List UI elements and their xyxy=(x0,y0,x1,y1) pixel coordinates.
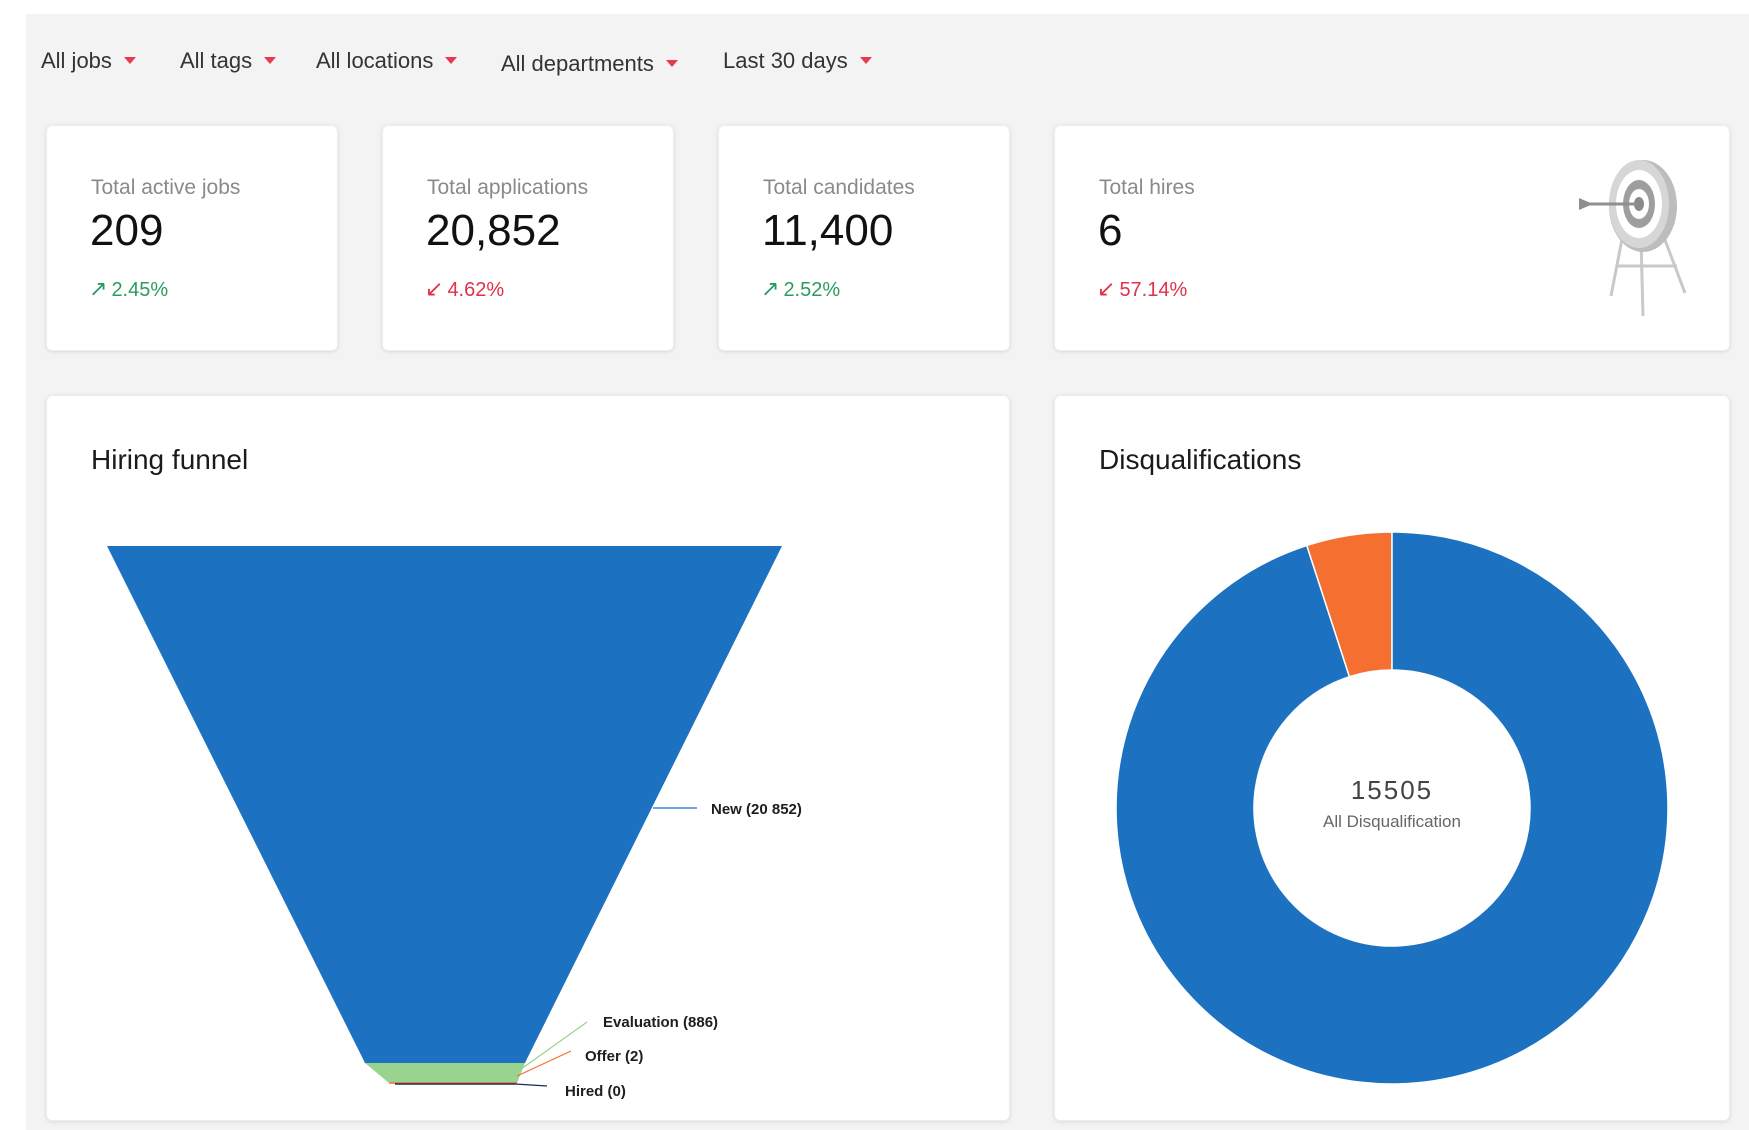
caret-down-icon xyxy=(445,56,458,64)
funnel-stage-new[interactable] xyxy=(107,546,782,1063)
stat-card-applications: Total applications 20,852 ↙ 4.62% xyxy=(382,125,674,351)
caret-down-icon xyxy=(859,56,872,64)
donut-center-label: All Disqualification xyxy=(1323,812,1461,831)
stat-value: 6 xyxy=(1098,206,1123,255)
arrow-up-right-icon: ↗ xyxy=(89,276,108,301)
stat-label: Total active jobs xyxy=(91,176,241,199)
arrow-down-left-icon: ↙ xyxy=(1097,276,1116,301)
funnel-label-offer: Offer (2) xyxy=(585,1048,643,1065)
stat-card-active-jobs: Total active jobs 209 ↗ 2.45% xyxy=(46,125,338,351)
caret-down-icon xyxy=(264,56,277,64)
disqualifications-panel: Disqualifications 15505 All Disqualifica… xyxy=(1054,395,1730,1121)
funnel-label-new: New (20 852) xyxy=(711,801,802,818)
funnel-chart: New (20 852) Evaluation (886) Offer (2) Hir… xyxy=(107,546,802,1100)
donut-slice-0[interactable] xyxy=(1115,531,1669,1085)
funnel-label-evaluation: Evaluation (886) xyxy=(603,1014,718,1031)
caret-down-icon xyxy=(665,59,678,67)
stat-card-candidates: Total candidates 11,400 ↗ 2.52% xyxy=(718,125,1010,351)
filter-departments-dropdown[interactable]: All departments xyxy=(501,51,678,77)
filter-tags-label: All tags xyxy=(180,48,253,73)
filter-departments-label: All departments xyxy=(501,51,654,76)
filter-tags-dropdown[interactable]: All tags xyxy=(180,48,277,74)
stat-label: Total applications xyxy=(427,176,589,199)
stat-value: 20,852 xyxy=(426,206,561,255)
stat-change: ↙ 57.14% xyxy=(1097,276,1188,301)
arrow-down-left-icon: ↙ xyxy=(425,276,444,301)
funnel-leader-line xyxy=(514,1083,548,1087)
filter-period-dropdown[interactable]: Last 30 days xyxy=(723,48,872,74)
filter-jobs-dropdown[interactable]: All jobs xyxy=(41,48,136,74)
hiring-funnel-panel: Hiring funnel New (20 852) Evaluation (88… xyxy=(46,395,1010,1121)
stat-value: 209 xyxy=(90,206,164,255)
funnel-label-hired: Hired (0) xyxy=(565,1083,626,1100)
target-icon xyxy=(1579,160,1687,317)
donut-center-value: 15505 xyxy=(1351,775,1433,805)
caret-down-icon xyxy=(123,56,136,64)
filter-locations-label: All locations xyxy=(316,48,434,73)
stat-value: 11,400 xyxy=(762,206,894,255)
stat-label: Total hires xyxy=(1099,176,1195,199)
funnel-stage-evaluation[interactable] xyxy=(365,1063,525,1083)
filter-locations-dropdown[interactable]: All locations xyxy=(316,48,458,74)
stat-label: Total candidates xyxy=(763,176,915,199)
stat-change: ↗ 2.45% xyxy=(89,276,169,301)
arrow-up-right-icon: ↗ xyxy=(761,276,780,301)
stat-card-hires: Total hires 6 ↙ 57.14% xyxy=(1054,125,1730,351)
stat-change: ↗ 2.52% xyxy=(761,276,841,301)
filter-jobs-label: All jobs xyxy=(41,48,112,73)
filter-period-label: Last 30 days xyxy=(723,48,848,73)
donut-chart: 15505 All Disqualification xyxy=(1115,531,1669,1085)
stat-change: ↙ 4.62% xyxy=(425,276,505,301)
